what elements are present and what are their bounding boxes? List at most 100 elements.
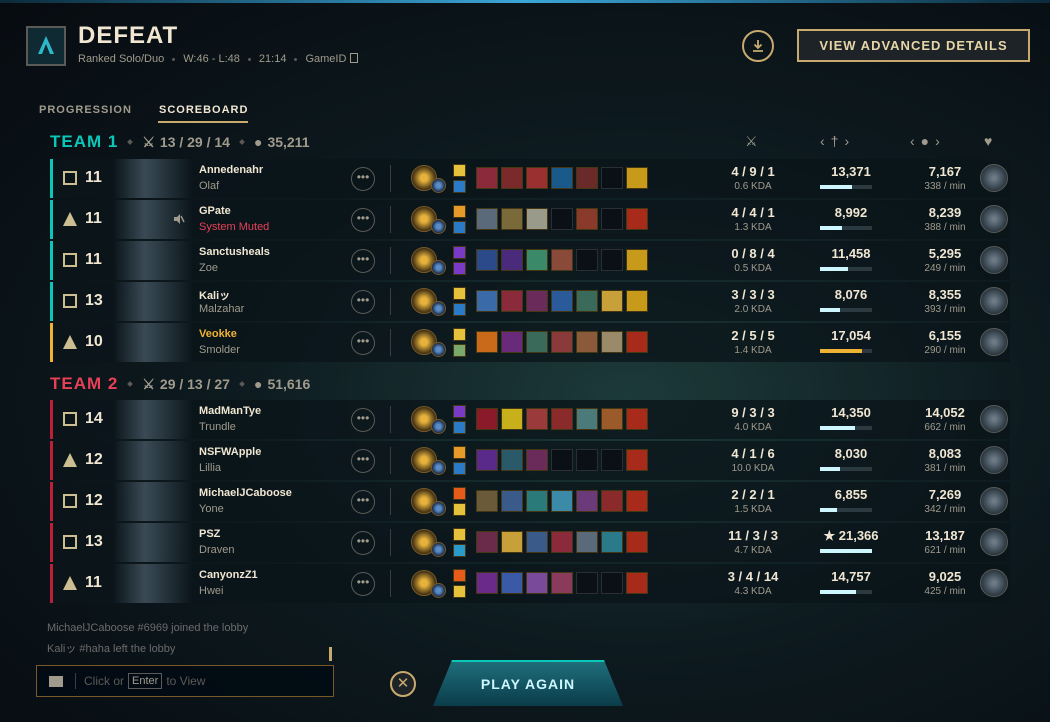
honor-badge-icon[interactable] <box>980 328 1008 356</box>
player-name[interactable]: MadManTye <box>199 405 261 417</box>
honor-badge-icon[interactable] <box>980 287 1008 315</box>
player-row[interactable]: 12 NSFWApple Lillia ••• 4 / 1 / 6 10.0 K… <box>50 441 1010 480</box>
item-icon[interactable] <box>576 167 598 189</box>
item-icon[interactable] <box>601 408 623 430</box>
trinket-icon[interactable] <box>626 490 648 512</box>
secondary-rune-icon[interactable] <box>431 178 446 193</box>
player-row[interactable]: 13 PSZ Draven ••• 11 / 3 / 3 4.7 KDA ★ 2… <box>50 523 1010 562</box>
trinket-icon[interactable] <box>626 331 648 353</box>
more-options-button[interactable]: ••• <box>351 572 375 596</box>
secondary-rune-icon[interactable] <box>431 301 446 316</box>
item-icon[interactable] <box>476 249 498 271</box>
item-icon[interactable] <box>551 167 573 189</box>
trinket-icon[interactable] <box>626 531 648 553</box>
secondary-rune-icon[interactable] <box>431 219 446 234</box>
item-icon[interactable] <box>526 490 548 512</box>
trinket-icon[interactable] <box>626 249 648 271</box>
muted-icon[interactable] <box>173 213 185 225</box>
honor-badge-icon[interactable] <box>980 205 1008 233</box>
item-icon[interactable] <box>476 208 498 230</box>
more-options-button[interactable]: ••• <box>351 167 375 191</box>
trinket-icon[interactable] <box>626 449 648 471</box>
damage-column-selector[interactable]: ‹ † › <box>820 133 849 149</box>
summoner-spell-icon[interactable] <box>453 421 466 434</box>
item-icon[interactable] <box>526 290 548 312</box>
player-row[interactable]: 14 MadManTye Trundle ••• 9 / 3 / 3 4.0 K… <box>50 400 1010 439</box>
view-advanced-details-button[interactable]: VIEW ADVANCED DETAILS <box>797 29 1030 62</box>
player-name[interactable]: NSFWApple <box>199 446 261 458</box>
empty-item-slot[interactable] <box>601 249 623 271</box>
summoner-spell-icon[interactable] <box>453 544 466 557</box>
empty-item-slot[interactable] <box>576 572 598 594</box>
item-icon[interactable] <box>501 408 523 430</box>
summoner-spell-icon[interactable] <box>453 503 466 516</box>
tab-progression[interactable]: PROGRESSION <box>39 104 132 116</box>
honor-badge-icon[interactable] <box>980 405 1008 433</box>
item-icon[interactable] <box>551 249 573 271</box>
player-name[interactable]: PSZ <box>199 528 220 540</box>
trinket-icon[interactable] <box>626 572 648 594</box>
item-icon[interactable] <box>501 167 523 189</box>
summoner-spell-icon[interactable] <box>453 180 466 193</box>
item-icon[interactable] <box>601 331 623 353</box>
game-id-button[interactable]: GameID <box>305 53 359 65</box>
summoner-spell-icon[interactable] <box>453 462 466 475</box>
item-icon[interactable] <box>551 531 573 553</box>
player-name[interactable]: Veokke <box>199 328 237 340</box>
player-row[interactable]: 12 MichaelJCaboose Yone ••• 2 / 2 / 1 1.… <box>50 482 1010 521</box>
more-options-button[interactable]: ••• <box>351 449 375 473</box>
honor-badge-icon[interactable] <box>980 246 1008 274</box>
item-icon[interactable] <box>476 290 498 312</box>
item-icon[interactable] <box>576 531 598 553</box>
summoner-spell-icon[interactable] <box>453 262 466 275</box>
summoner-spell-icon[interactable] <box>453 528 466 541</box>
tab-scoreboard[interactable]: SCOREBOARD <box>159 104 248 116</box>
item-icon[interactable] <box>576 208 598 230</box>
item-icon[interactable] <box>476 531 498 553</box>
play-again-button[interactable]: PLAY AGAIN <box>433 660 623 706</box>
item-icon[interactable] <box>501 208 523 230</box>
honor-badge-icon[interactable] <box>980 164 1008 192</box>
item-icon[interactable] <box>526 167 548 189</box>
honor-badge-icon[interactable] <box>980 487 1008 515</box>
chat-scrollbar[interactable] <box>329 647 332 661</box>
summoner-spell-icon[interactable] <box>453 569 466 582</box>
trinket-icon[interactable] <box>626 290 648 312</box>
item-icon[interactable] <box>476 331 498 353</box>
item-icon[interactable] <box>526 408 548 430</box>
chevron-right-icon[interactable]: › <box>935 133 940 149</box>
item-icon[interactable] <box>501 449 523 471</box>
empty-item-slot[interactable] <box>576 249 598 271</box>
summoner-spell-icon[interactable] <box>453 164 466 177</box>
more-options-button[interactable]: ••• <box>351 331 375 355</box>
summoner-spell-icon[interactable] <box>453 303 466 316</box>
summoner-spell-icon[interactable] <box>453 487 466 500</box>
chevron-right-icon[interactable]: › <box>844 133 849 149</box>
player-row[interactable]: 11 CanyonzZ1 Hwei ••• 3 / 4 / 14 4.3 KDA… <box>50 564 1010 603</box>
summoner-spell-icon[interactable] <box>453 205 466 218</box>
item-icon[interactable] <box>476 167 498 189</box>
honor-badge-icon[interactable] <box>980 569 1008 597</box>
trinket-icon[interactable] <box>626 408 648 430</box>
item-icon[interactable] <box>501 572 523 594</box>
item-icon[interactable] <box>501 249 523 271</box>
player-row[interactable]: 10 Veokke Smolder ••• 2 / 5 / 5 1.4 KDA … <box>50 323 1010 362</box>
item-icon[interactable] <box>576 490 598 512</box>
player-name[interactable]: Annedenahr <box>199 164 263 176</box>
trinket-icon[interactable] <box>626 167 648 189</box>
honor-badge-icon[interactable] <box>980 528 1008 556</box>
secondary-rune-icon[interactable] <box>431 501 446 516</box>
item-icon[interactable] <box>551 408 573 430</box>
player-row[interactable]: 11 GPate System Muted ••• 4 / 4 / 1 1.3 … <box>50 200 1010 239</box>
item-icon[interactable] <box>501 490 523 512</box>
secondary-rune-icon[interactable] <box>431 460 446 475</box>
summoner-spell-icon[interactable] <box>453 246 466 259</box>
summoner-spell-icon[interactable] <box>453 446 466 459</box>
chat-input[interactable]: Click or Enter to View <box>36 665 334 697</box>
item-icon[interactable] <box>551 331 573 353</box>
player-name[interactable]: CanyonzZ1 <box>199 569 258 581</box>
secondary-rune-icon[interactable] <box>431 260 446 275</box>
summoner-spell-icon[interactable] <box>453 585 466 598</box>
item-icon[interactable] <box>526 572 548 594</box>
item-icon[interactable] <box>601 531 623 553</box>
